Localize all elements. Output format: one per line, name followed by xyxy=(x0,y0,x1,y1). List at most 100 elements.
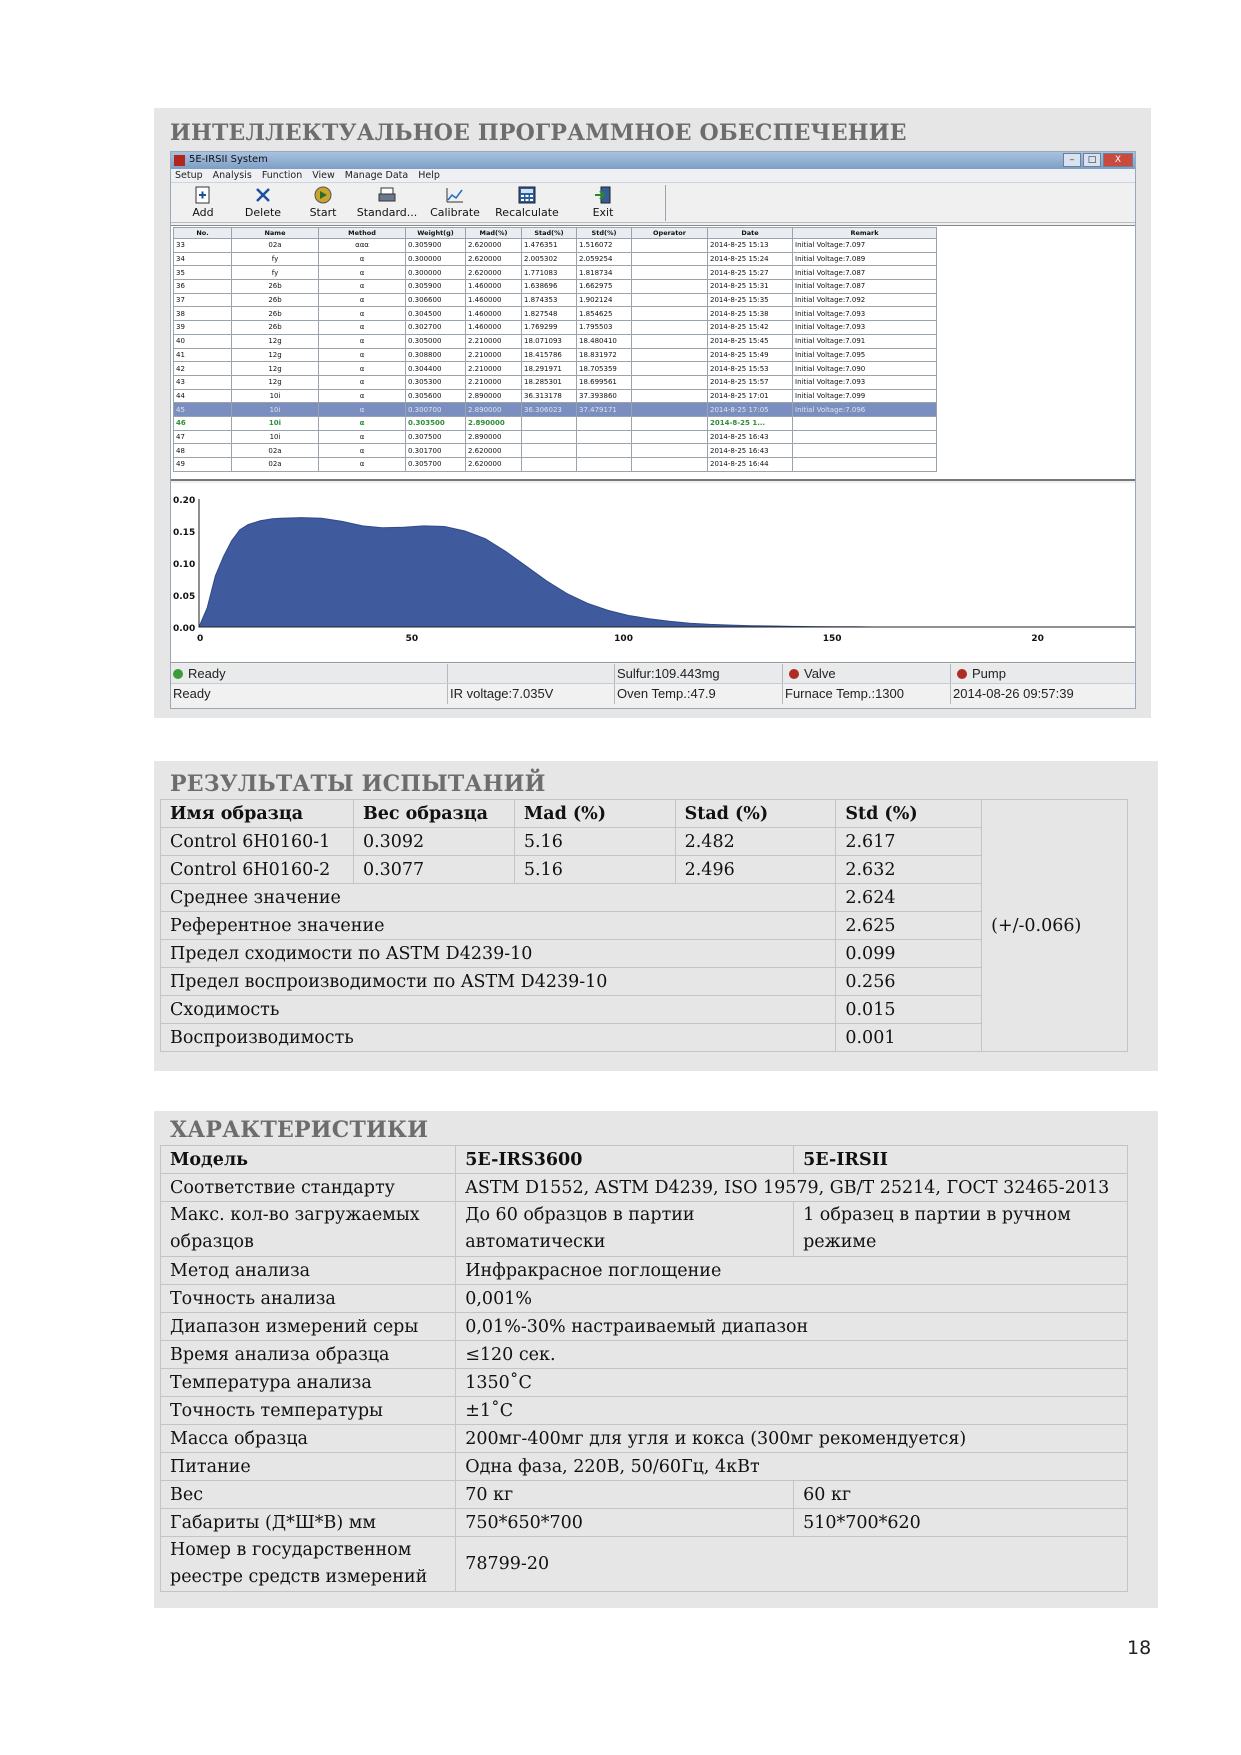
grid-row[interactable]: 43 12g α 0.305300 2.210000 18.285301 18.699561… xyxy=(173,374,937,390)
grid-row[interactable]: 44 10i α 0.305600 2.890000 36.313178 37.393860… xyxy=(173,388,937,404)
specs-row: Метод анализа Инфракрасное поглощение xyxy=(159,1256,1128,1285)
grid-cell xyxy=(631,320,708,335)
specs-label: Номер в государственном реестре средств … xyxy=(159,1536,457,1592)
software-window: 5E-IRSII System – □ X Setup Analysis Fun… xyxy=(170,151,1136,709)
status-bar-top: Ready Sulfur:109.443mg Valve Pump xyxy=(171,664,1135,684)
exit-button[interactable]: Exit xyxy=(571,186,635,222)
summary-value: 0.099 xyxy=(835,939,983,968)
grid-cell: 2.059254 xyxy=(576,251,632,267)
grid-column-header[interactable]: Weight(g) xyxy=(405,227,466,239)
recalculate-button[interactable]: Recalculate xyxy=(491,186,563,222)
grid-cell: 1.818734 xyxy=(576,265,632,281)
summary-value: 0.015 xyxy=(835,995,983,1024)
status-pump-label: Pump xyxy=(972,666,1006,681)
menu-manage-data[interactable]: Manage Data xyxy=(345,170,408,181)
grid-cell: 48 xyxy=(173,443,232,458)
grid-row[interactable]: 48 02a α 0.301700 2.620000 2014-8-25 16:43 xyxy=(173,443,937,458)
specs-row: Температура анализа 1350˚C xyxy=(159,1368,1128,1397)
status-sulfur: Sulfur:109.443mg xyxy=(614,664,782,684)
grid-cell xyxy=(631,251,708,267)
start-button[interactable]: Start xyxy=(291,186,355,222)
grid-row[interactable]: 35 fy α 0.300000 2.620000 1.771083 1.818734 201… xyxy=(173,265,937,281)
specs-value-irsii: 510*700*620 xyxy=(793,1508,1128,1537)
specs-value: 0,001% xyxy=(455,1284,1128,1313)
grid-row[interactable]: 41 12g α 0.308800 2.210000 18.415786 18.831972… xyxy=(173,347,937,363)
grid-cell: 0.304500 xyxy=(405,306,466,322)
grid-column-header[interactable]: Date xyxy=(707,227,793,239)
grid-column-header[interactable]: Remark xyxy=(792,227,937,239)
grid-cell: 1.662975 xyxy=(576,279,632,294)
grid-cell: 2.210000 xyxy=(465,333,522,349)
grid-cell: 2.890000 xyxy=(465,429,522,445)
window-title: 5E-IRSII System xyxy=(189,154,268,165)
grid-cell: 18.480410 xyxy=(576,333,632,349)
grid-cell: Initial Voltage:7.093 xyxy=(792,306,937,322)
x-tick-label: 150 xyxy=(823,634,842,644)
standard-button[interactable]: Standard... xyxy=(355,186,419,222)
grid-cell: 2014-8-25 15:24 xyxy=(707,251,793,267)
grid-row[interactable]: 46 10i α 0.303500 2.890000 2014-8-25 1... xyxy=(173,415,937,431)
grid-row[interactable]: 34 fy α 0.300000 2.620000 2.005302 2.059254 201… xyxy=(173,251,937,267)
toolbar-separator xyxy=(665,185,666,221)
grid-cell: 38 xyxy=(173,306,232,322)
grid-cell: 2014-8-25 16:43 xyxy=(707,443,793,458)
recalculate-button-label: Recalculate xyxy=(495,206,559,219)
grid-cell: 0.303500 xyxy=(405,415,466,431)
grid-cell: 10i xyxy=(231,388,319,404)
grid-cell: 41 xyxy=(173,347,232,363)
maximize-button[interactable]: □ xyxy=(1083,153,1101,167)
results-cell: 2.617 xyxy=(835,827,983,856)
x-tick-label: 50 xyxy=(406,634,419,644)
grid-row[interactable]: 33 02a ααα 0.305900 2.620000 1.476351 1.516072… xyxy=(173,238,937,253)
menu-function[interactable]: Function xyxy=(262,170,302,181)
delete-button[interactable]: Delete xyxy=(231,186,295,222)
grid-column-header[interactable]: Stad(%) xyxy=(521,227,577,239)
grid-column-header[interactable]: Operator xyxy=(631,227,708,239)
grid-column-header[interactable]: Name xyxy=(231,227,319,239)
menu-help[interactable]: Help xyxy=(418,170,440,181)
calibrate-button-label: Calibrate xyxy=(430,206,480,219)
grid-column-header[interactable]: Mad(%) xyxy=(465,227,522,239)
grid-cell: 40 xyxy=(173,333,232,349)
grid-cell xyxy=(631,292,708,308)
grid-cell xyxy=(576,415,632,431)
results-section-title: РЕЗУЛЬТАТЫ ИСПЫТАНИЙ xyxy=(170,771,546,797)
grid-cell: 1.902124 xyxy=(576,292,632,308)
grid-cell: Initial Voltage:7.093 xyxy=(792,374,937,390)
specs-row: Точность температуры ±1˚C xyxy=(159,1396,1128,1425)
grid-row[interactable]: 36 26b α 0.305900 1.460000 1.638696 1.662975 20… xyxy=(173,279,937,294)
grid-column-header[interactable]: Method xyxy=(318,227,406,239)
grid-cell: 0.300000 xyxy=(405,251,466,267)
grid-cell: 1.460000 xyxy=(465,306,522,322)
specs-row: Соответствие стандарту ASTM D1552, ASTM D… xyxy=(159,1173,1128,1202)
menu-view[interactable]: View xyxy=(312,170,335,181)
valve-status-dot-icon xyxy=(789,669,799,679)
grid-cell: 1.771083 xyxy=(521,265,577,281)
grid-cell: 2014-8-25 15:42 xyxy=(707,320,793,335)
grid-cell: Initial Voltage:7.095 xyxy=(792,347,937,363)
results-cell: 2.482 xyxy=(674,827,837,856)
grid-column-header[interactable]: No. xyxy=(173,227,232,239)
close-button[interactable]: X xyxy=(1103,153,1133,167)
grid-row[interactable]: 42 12g α 0.304400 2.210000 18.291971 18.705359… xyxy=(173,361,937,376)
calibrate-button[interactable]: Calibrate xyxy=(423,186,487,222)
grid-row[interactable]: 40 12g α 0.305000 2.210000 18.071093 18.480410… xyxy=(173,333,937,349)
grid-row[interactable]: 39 26b α 0.302700 1.460000 1.769299 1.795503 20… xyxy=(173,320,937,335)
grid-row[interactable]: 38 26b α 0.304500 1.460000 1.827548 1.854625 20… xyxy=(173,306,937,322)
specs-section-title: ХАРАКТЕРИСТИКИ xyxy=(170,1117,429,1143)
status-pump: Pump xyxy=(950,664,1135,684)
grid-row[interactable]: 45 10i α 0.300700 2.890000 36.306023 37.479171… xyxy=(173,402,937,417)
grid-row[interactable]: 37 26b α 0.306600 1.460000 1.874353 1.902124 20… xyxy=(173,292,937,308)
grid-cell: 2014-8-25 15:13 xyxy=(707,238,793,253)
minimize-button[interactable]: – xyxy=(1063,153,1081,167)
grid-row[interactable]: 49 02a α 0.305700 2.620000 2014-8-25 16:44 xyxy=(173,457,937,472)
standard-button-label: Standard... xyxy=(356,206,418,219)
add-button[interactable]: Add xyxy=(171,186,235,222)
menu-setup[interactable]: Setup xyxy=(175,170,203,181)
grid-cell: 0.300700 xyxy=(405,402,466,417)
grid-column-header[interactable]: Std(%) xyxy=(576,227,632,239)
grid-cell: 33 xyxy=(173,238,232,253)
menu-analysis[interactable]: Analysis xyxy=(213,170,252,181)
results-header-mad: Mad (%) xyxy=(513,799,676,828)
grid-row[interactable]: 47 10i α 0.307500 2.890000 2014-8-25 16:43 xyxy=(173,429,937,445)
